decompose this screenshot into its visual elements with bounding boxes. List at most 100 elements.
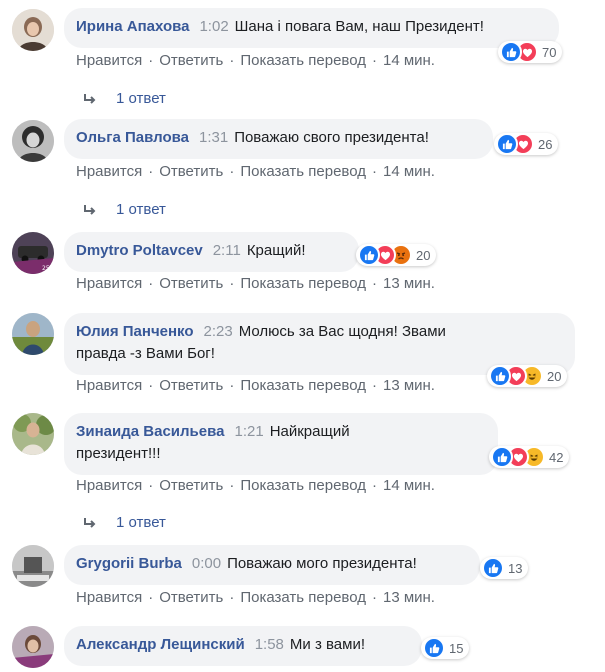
separator: · [148,52,154,69]
separator: · [371,275,377,292]
avatar[interactable] [12,545,54,587]
comment-text: Шана і повага Вам, наш Президент! [234,18,484,35]
like-link[interactable]: Нравится [76,477,142,494]
voice-duration: 1:02 [199,18,229,35]
avatar[interactable]: 25% [12,232,54,274]
comment-actions: Нравится · Ответить · Показать перевод · 13 ми… [76,377,435,394]
reaction-summary[interactable]: 15 [421,637,470,659]
separator: · [229,589,235,606]
separator: · [371,589,377,606]
svg-text:25%: 25% [42,265,54,272]
avatar[interactable] [12,413,54,455]
comment-author[interactable]: Ирина Апахова [76,18,189,35]
reply-arrow-icon [84,517,96,528]
comment-text: Кращий! [246,242,306,259]
reaction-summary[interactable]: 13 [480,557,529,579]
reply-link[interactable]: Ответить [159,477,223,494]
translate-link[interactable]: Показать перевод [240,163,366,180]
avatar[interactable] [12,120,54,162]
comment-text: Поважаю мого президента! [227,555,417,572]
comment-time[interactable]: 13 мин. [383,377,435,394]
comment-list: Ирина Апахова 1:02 Шана і повага Вам, наш … [0,0,605,672]
reply-count[interactable]: 1 ответ [116,201,166,218]
comment-actions: Нравится · Ответить · Показать перевод · 13 ми… [76,275,435,292]
translate-link[interactable]: Показать перевод [240,589,366,606]
separator: · [229,477,235,494]
voice-duration: 1:31 [198,129,229,146]
comment-bubble: Зинаида Васильева 1:21 Найкращий президент… [64,413,498,475]
comment-actions: Нравится · Ответить · Показать перевод · 14 ми… [76,163,435,180]
translate-link[interactable]: Показать перевод [240,377,366,394]
like-link[interactable]: Нравится [76,589,142,606]
separator: · [229,377,235,394]
comment-time[interactable]: 14 мин. [383,52,435,69]
thumbs-up-icon [489,365,511,387]
comment-actions: Нравится · Ответить · Показать перевод · 14 ми… [76,477,435,494]
thumbs-up-icon [491,446,513,468]
reply-count[interactable]: 1 ответ [116,90,166,107]
comment-bubble: Dmytro Poltavcev 2:11 Кращий! [64,232,359,272]
comment-bubble: Grygorii Burba 0:00 Поважаю мого президент… [64,545,480,585]
comment-text-line-2: президент!!! [76,445,161,462]
separator: · [148,589,154,606]
reply-link[interactable]: Ответить [159,589,223,606]
comment-author[interactable]: Юлия Панченко [76,323,194,340]
voice-duration: 2:11 [212,242,241,259]
comment-text: Поважаю свого президента! [234,129,429,146]
reaction-count: 26 [538,136,553,152]
comment-bubble: Ольга Павлова 1:31 Поважаю свого президент… [64,119,493,159]
avatar[interactable] [12,313,54,355]
separator: · [229,52,235,69]
like-link[interactable]: Нравится [76,163,142,180]
separator: · [148,477,154,494]
reaction-summary[interactable]: 70 [498,41,563,63]
view-replies-link[interactable]: 1 ответ [82,514,166,531]
like-link[interactable]: Нравится [76,275,142,292]
thumbs-up-icon [496,133,518,155]
translate-link[interactable]: Показать перевод [240,275,366,292]
comment-time[interactable]: 14 мин. [383,477,435,494]
comment-bubble: Ирина Апахова 1:02 Шана і повага Вам, наш … [64,8,559,48]
reply-link[interactable]: Ответить [159,52,223,69]
comment-author[interactable]: Зинаида Васильева [76,423,224,440]
separator: · [148,163,154,180]
reaction-summary[interactable]: 42 [489,446,570,468]
separator: · [148,275,154,292]
like-link[interactable]: Нравится [76,52,142,69]
comment-text-line-2: правда -з Вами Бог! [76,345,215,362]
voice-duration: 1:58 [254,636,284,653]
comment-author[interactable]: Александр Лещинский [76,636,245,653]
comment-time[interactable]: 13 мин. [383,589,435,606]
reply-arrow-icon [84,204,96,215]
comment-text: Ми з вами! [289,636,365,653]
separator: · [148,377,154,394]
view-replies-link[interactable]: 1 ответ [82,90,166,107]
voice-duration: 0:00 [191,555,222,572]
comment-time[interactable]: 13 мин. [383,275,435,292]
reaction-summary[interactable]: 20 [487,365,568,387]
reply-link[interactable]: Ответить [159,275,223,292]
reaction-summary[interactable]: 26 [494,133,559,155]
avatar[interactable] [12,626,54,668]
comment-actions: Нравится · Ответить · Показать перевод · 13 ми… [76,589,435,606]
reply-link[interactable]: Ответить [159,377,223,394]
separator: · [229,163,235,180]
comment-bubble: Александр Лещинский 1:58 Ми з вами! [64,626,422,666]
translate-link[interactable]: Показать перевод [240,52,366,69]
reply-arrow-icon [84,93,96,104]
comment-time[interactable]: 14 мин. [383,163,435,180]
comment-text-line-1: Найкращий [269,423,350,440]
reply-link[interactable]: Ответить [159,163,223,180]
comment-author[interactable]: Ольга Павлова [76,129,189,146]
reaction-summary[interactable]: 20 [356,244,437,266]
comment-author[interactable]: Dmytro Poltavcev [76,242,203,259]
reply-count[interactable]: 1 ответ [116,514,166,531]
avatar[interactable] [12,9,54,51]
view-replies-link[interactable]: 1 ответ [82,201,166,218]
translate-link[interactable]: Показать перевод [240,477,366,494]
voice-duration: 1:21 [234,423,264,440]
thumbs-up-icon [358,244,380,266]
separator: · [371,377,377,394]
like-link[interactable]: Нравится [76,377,142,394]
comment-author[interactable]: Grygorii Burba [76,555,182,572]
